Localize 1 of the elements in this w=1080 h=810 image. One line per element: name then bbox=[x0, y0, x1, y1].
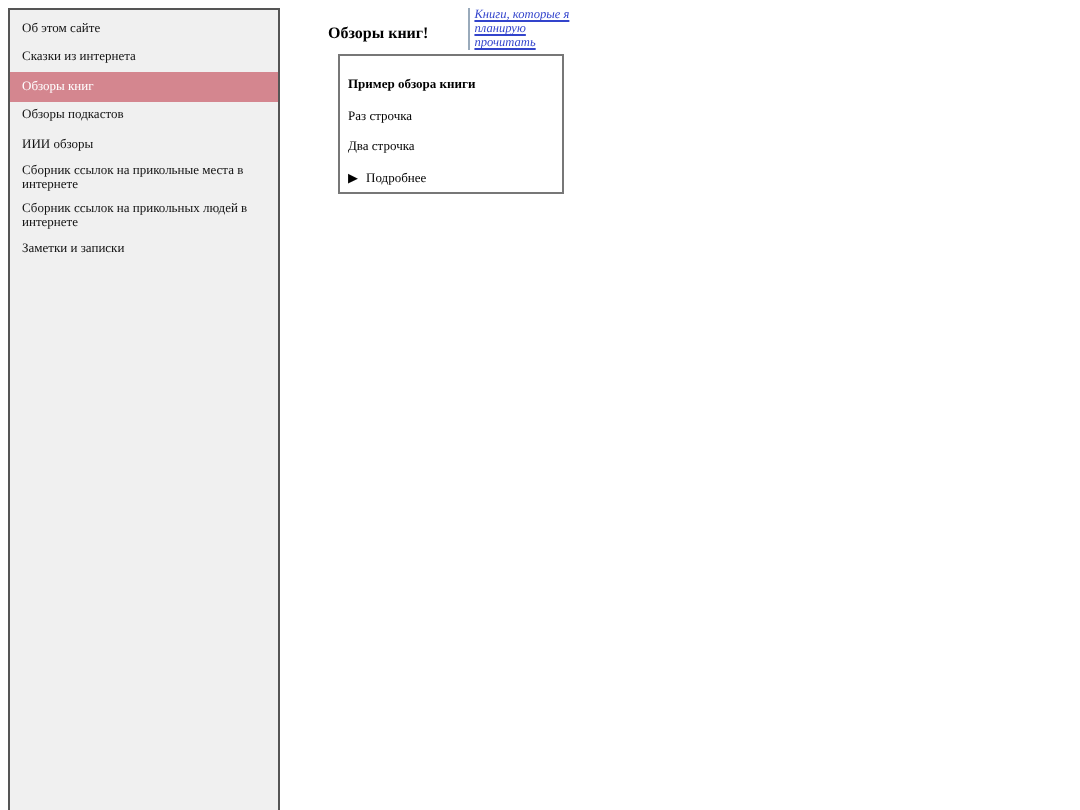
page-heading: Обзоры книг! bbox=[328, 24, 429, 42]
